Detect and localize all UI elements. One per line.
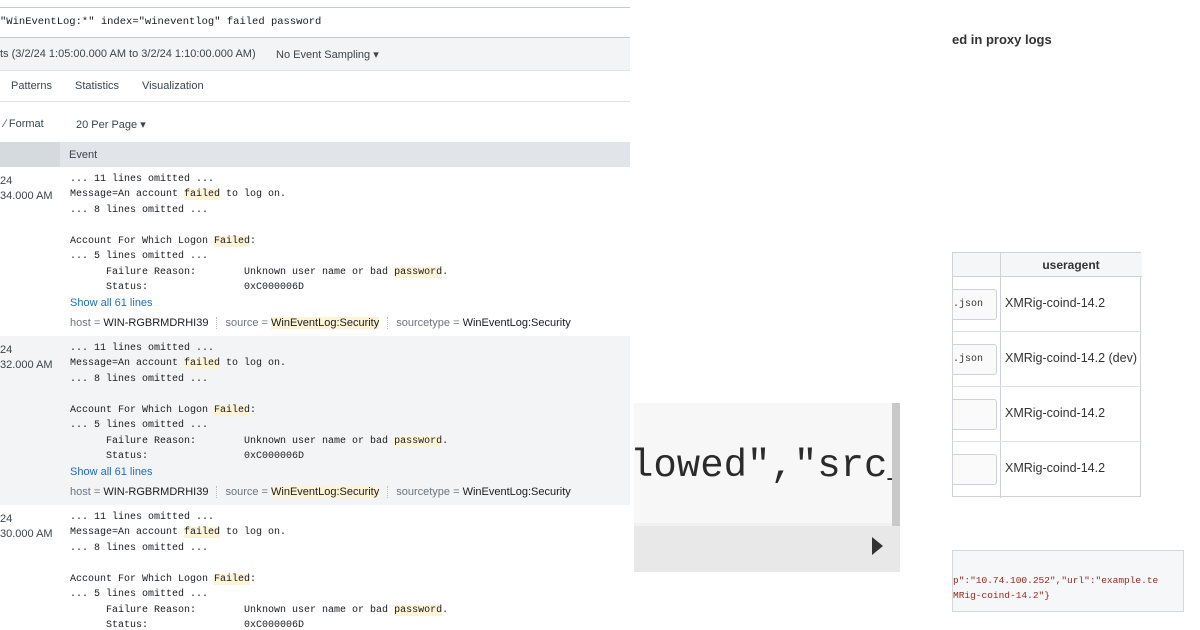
useragent-cell: XMRig-coind-14.2 (dev) bbox=[1005, 351, 1137, 365]
event-column-header[interactable]: Event bbox=[69, 149, 97, 161]
event-line: Account For Which Logon Failed: bbox=[70, 574, 257, 585]
host-value[interactable]: WIN-RGBRMDRHI39 bbox=[103, 486, 208, 498]
event-time: 24 bbox=[0, 344, 13, 356]
event-line: Failure Reason: Unknown user name or bad… bbox=[70, 605, 449, 616]
host-value[interactable]: WIN-RGBRMDRHI39 bbox=[103, 317, 208, 329]
event-sampling-dropdown[interactable]: No Event Sampling ▾ bbox=[276, 48, 379, 61]
table-row: XMRig-coind-14.2 bbox=[953, 442, 1142, 497]
event-row: 24 30.000 AM ... 11 lines omitted ... Me… bbox=[0, 505, 630, 630]
event-metadata: host = WIN-RGBRMDRHI39 source = WinEventL… bbox=[70, 486, 571, 499]
event-line: Status: 0xC000006D bbox=[70, 451, 305, 462]
event-row: 24 34.000 AM ... 11 lines omitted ... Me… bbox=[0, 167, 630, 336]
event-line: Account For Which Logon Failed: bbox=[70, 405, 257, 416]
event-row: 24 32.000 AM ... 11 lines omitted ... Me… bbox=[0, 336, 630, 505]
event-line: ... 5 lines omitted ... bbox=[70, 251, 209, 262]
event-line: ... 5 lines omitted ... bbox=[70, 420, 209, 431]
table-header: Event bbox=[0, 142, 630, 167]
event-line: Message=An account failed to log on. bbox=[70, 189, 287, 200]
event-time: 24 bbox=[0, 513, 13, 525]
results-time-range: ts (3/2/24 1:05:00.000 AM to 3/2/24 1:10… bbox=[0, 48, 256, 60]
show-all-lines-link[interactable]: Show all 61 lines bbox=[70, 297, 153, 309]
event-line: ... 5 lines omitted ... bbox=[70, 589, 209, 600]
view-json-button[interactable]: .json bbox=[953, 289, 997, 320]
table-row: .json XMRig-coind-14.2 (dev) bbox=[953, 332, 1142, 387]
event-line: ... 8 lines omitted ... bbox=[70, 543, 209, 554]
sourcetype-value[interactable]: WinEventLog:Security bbox=[463, 317, 571, 329]
json-line: MRig-coind-14.2"} bbox=[953, 590, 1050, 601]
view-json-button[interactable]: .json bbox=[953, 344, 997, 375]
tab-statistics[interactable]: Statistics bbox=[75, 80, 119, 92]
event-metadata: host = WIN-RGBRMDRHI39 source = WinEventL… bbox=[70, 317, 571, 330]
show-all-lines-link[interactable]: Show all 61 lines bbox=[70, 466, 153, 478]
event-line: Message=An account failed to log on. bbox=[70, 527, 287, 538]
source-value[interactable]: WinEventLog:Security bbox=[271, 486, 380, 498]
source-value[interactable]: WinEventLog:Security bbox=[271, 317, 380, 329]
proxy-logs-panel: ed in proxy logs useragent .json XMRig-c… bbox=[900, 0, 1200, 630]
results-tabs: Patterns Statistics Visualization bbox=[0, 71, 630, 102]
search-results-panel: "WinEventLog:*" index="wineventlog" fail… bbox=[0, 0, 630, 630]
useragent-cell: XMRig-coind-14.2 bbox=[1005, 461, 1106, 475]
search-bar[interactable]: "WinEventLog:*" index="wineventlog" fail… bbox=[0, 7, 630, 38]
event-line: Status: 0xC000006D bbox=[70, 282, 305, 293]
event-line: Account For Which Logon Failed: bbox=[70, 236, 257, 247]
json-line: p":"10.74.100.252","url":"example.te bbox=[953, 575, 1159, 586]
tab-visualization[interactable]: Visualization bbox=[142, 80, 204, 92]
per-page-dropdown[interactable]: 20 Per Page ▾ bbox=[76, 118, 146, 131]
event-line: Status: 0xC000006D bbox=[70, 620, 305, 630]
event-line: Failure Reason: Unknown user name or bad… bbox=[70, 267, 449, 278]
sourcetype-value[interactable]: WinEventLog:Security bbox=[463, 486, 571, 498]
event-time: 30.000 AM bbox=[0, 528, 53, 540]
event-line: ... 8 lines omitted ... bbox=[70, 374, 209, 385]
event-line: ... 8 lines omitted ... bbox=[70, 205, 209, 216]
useragent-cell: XMRig-coind-14.2 bbox=[1005, 296, 1106, 310]
zoomed-code-text: lowed","src_ bbox=[634, 444, 900, 488]
useragent-column-header: useragent bbox=[1042, 258, 1100, 272]
event-time: 32.000 AM bbox=[0, 359, 53, 371]
horizontal-scrollbar[interactable] bbox=[634, 526, 900, 572]
section-heading: ed in proxy logs bbox=[952, 32, 1052, 47]
event-line: ... 11 lines omitted ... bbox=[70, 174, 215, 185]
format-button[interactable]: ∕ Format bbox=[4, 118, 44, 130]
view-json-button[interactable] bbox=[953, 399, 997, 430]
zoomed-code-panel: lowed","src_ bbox=[634, 403, 900, 572]
results-summary-bar: ts (3/2/24 1:05:00.000 AM to 3/2/24 1:10… bbox=[0, 38, 630, 71]
table-row: XMRig-coind-14.2 bbox=[953, 387, 1142, 442]
event-line: ... 11 lines omitted ... bbox=[70, 343, 215, 354]
useragent-cell: XMRig-coind-14.2 bbox=[1005, 406, 1106, 420]
scroll-right-arrow-icon[interactable] bbox=[872, 537, 883, 555]
event-line: Message=An account failed to log on. bbox=[70, 358, 287, 369]
json-code-block: p":"10.74.100.252","url":"example.te MRi… bbox=[952, 550, 1184, 612]
event-time: 24 bbox=[0, 175, 13, 187]
results-toolbar: ∕ Format 20 Per Page ▾ bbox=[0, 102, 630, 142]
useragent-table: useragent .json XMRig-coind-14.2 .json X… bbox=[952, 252, 1142, 498]
event-time: 34.000 AM bbox=[0, 190, 53, 202]
event-line: Failure Reason: Unknown user name or bad… bbox=[70, 436, 449, 447]
search-query-input[interactable]: "WinEventLog:*" index="wineventlog" fail… bbox=[0, 16, 321, 28]
vertical-scrollbar[interactable] bbox=[892, 403, 900, 526]
table-row: .json XMRig-coind-14.2 bbox=[953, 277, 1142, 332]
time-column-header[interactable] bbox=[0, 142, 60, 167]
view-json-button[interactable] bbox=[953, 454, 997, 485]
tab-patterns[interactable]: Patterns bbox=[11, 80, 52, 92]
event-line: ... 11 lines omitted ... bbox=[70, 512, 215, 523]
